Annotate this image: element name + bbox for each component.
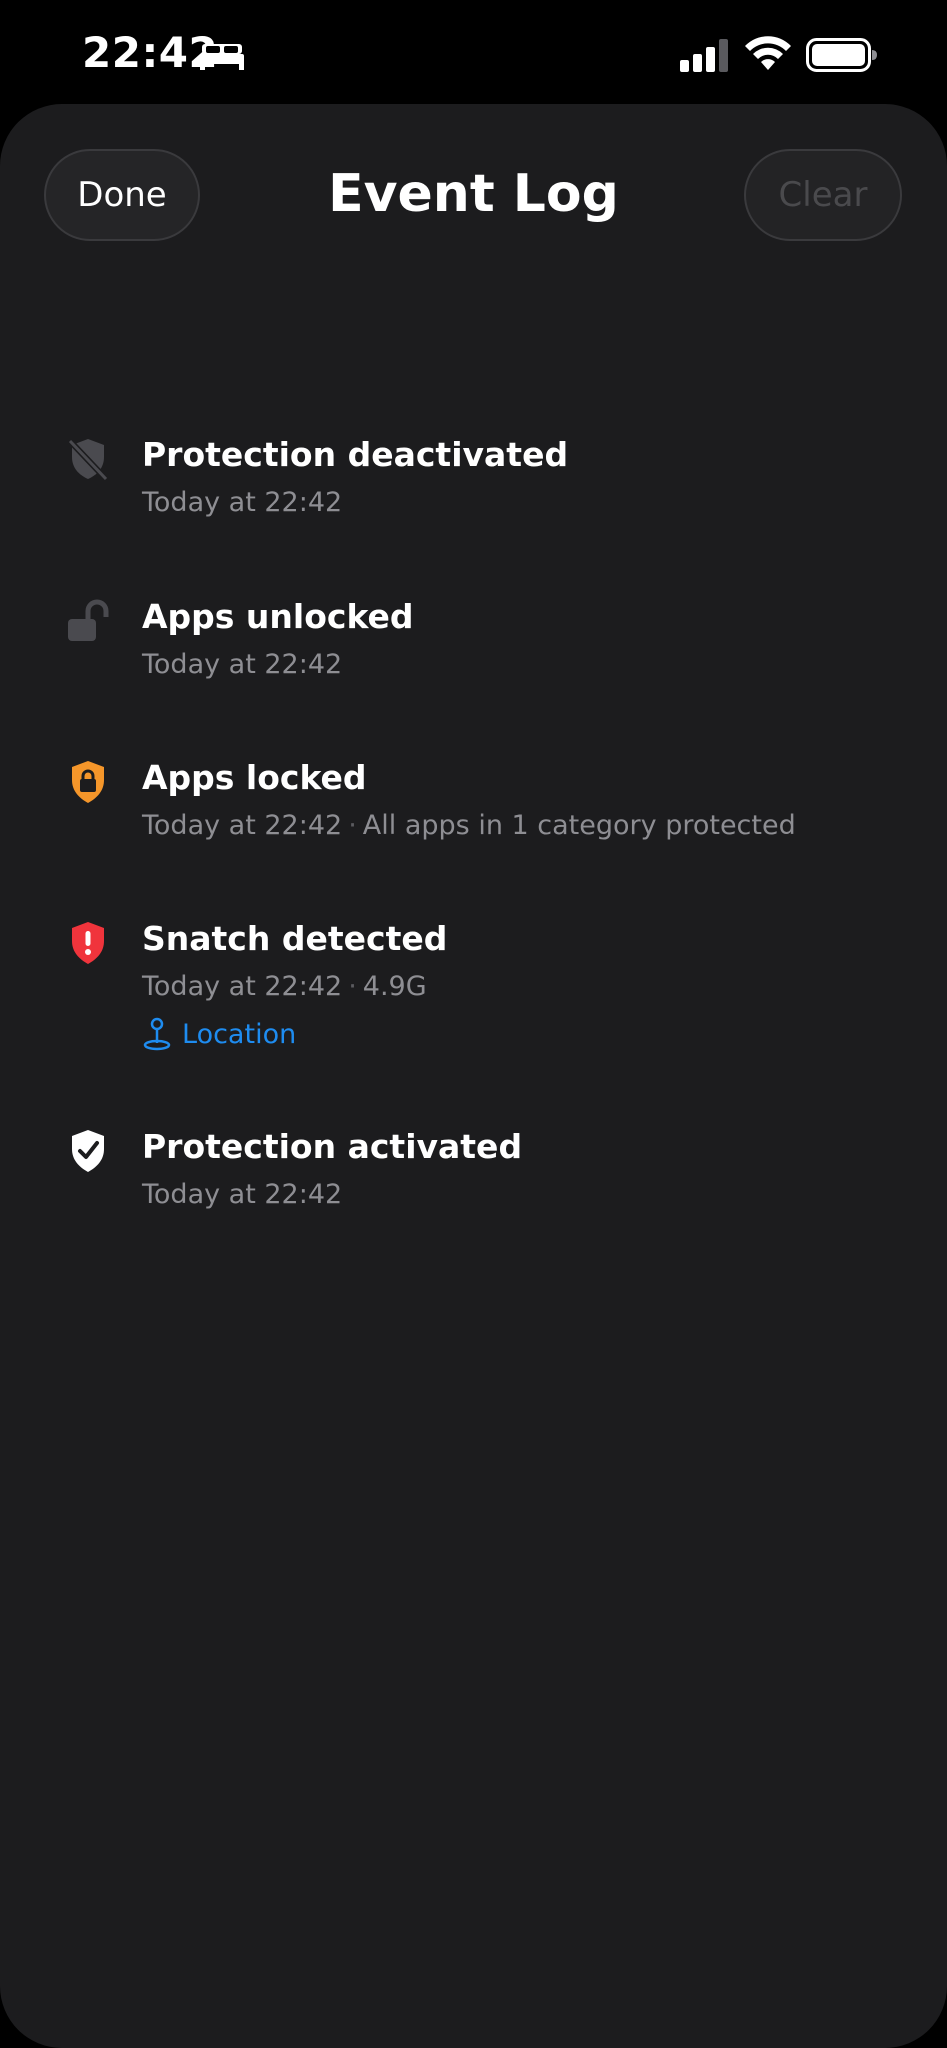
event-meta: Today at 22:42 xyxy=(142,1179,342,1210)
location-link[interactable]: Location xyxy=(142,1017,296,1051)
event-title: Apps locked xyxy=(142,758,367,797)
status-bar: 22:42 xyxy=(0,0,947,104)
location-pin-icon xyxy=(143,1017,171,1051)
event-title: Protection activated xyxy=(142,1127,523,1166)
bed-icon xyxy=(200,44,244,70)
battery-icon xyxy=(806,38,877,72)
screen: 22:42 Done Event Log Clear Protection de… xyxy=(0,0,947,2048)
wifi-icon xyxy=(745,36,791,70)
event-time: Today at 22:42 xyxy=(142,810,343,841)
shield-lock-icon xyxy=(72,761,104,803)
unlocked-padlock-icon xyxy=(68,599,109,641)
event-time: Today at 22:42 xyxy=(142,971,343,1002)
event-title: Protection deactivated xyxy=(142,435,569,474)
event-meta: Today at 22:42 · All apps in 1 category pr… xyxy=(142,810,796,841)
meta-separator: · xyxy=(348,971,357,1002)
event-meta: Today at 22:42 xyxy=(142,649,342,680)
shield-alert-icon xyxy=(72,922,104,964)
event-time: Today at 22:42 xyxy=(142,649,343,680)
event-time: Today at 22:42 xyxy=(142,1179,343,1210)
meta-separator: · xyxy=(348,810,357,841)
shield-slash-icon xyxy=(67,438,109,482)
nav-bar: Done Event Log Clear xyxy=(0,104,947,304)
status-time: 22:42 xyxy=(82,28,219,77)
event-meta: Today at 22:42 · 4.9G xyxy=(142,971,427,1002)
event-title: Apps unlocked xyxy=(142,597,414,636)
location-link-label: Location xyxy=(182,1018,297,1050)
event-meta: Today at 22:42 xyxy=(142,487,342,518)
event-log-sheet: Done Event Log Clear Protection deactiva… xyxy=(0,104,947,2048)
event-detail: 4.9G xyxy=(362,971,427,1002)
clear-button[interactable]: Clear xyxy=(744,149,902,241)
cellular-signal-icon xyxy=(680,39,728,72)
event-time: Today at 22:42 xyxy=(142,487,343,518)
event-title: Snatch detected xyxy=(142,919,448,958)
shield-check-icon xyxy=(72,1130,104,1172)
event-detail: All apps in 1 category protected xyxy=(362,810,796,841)
